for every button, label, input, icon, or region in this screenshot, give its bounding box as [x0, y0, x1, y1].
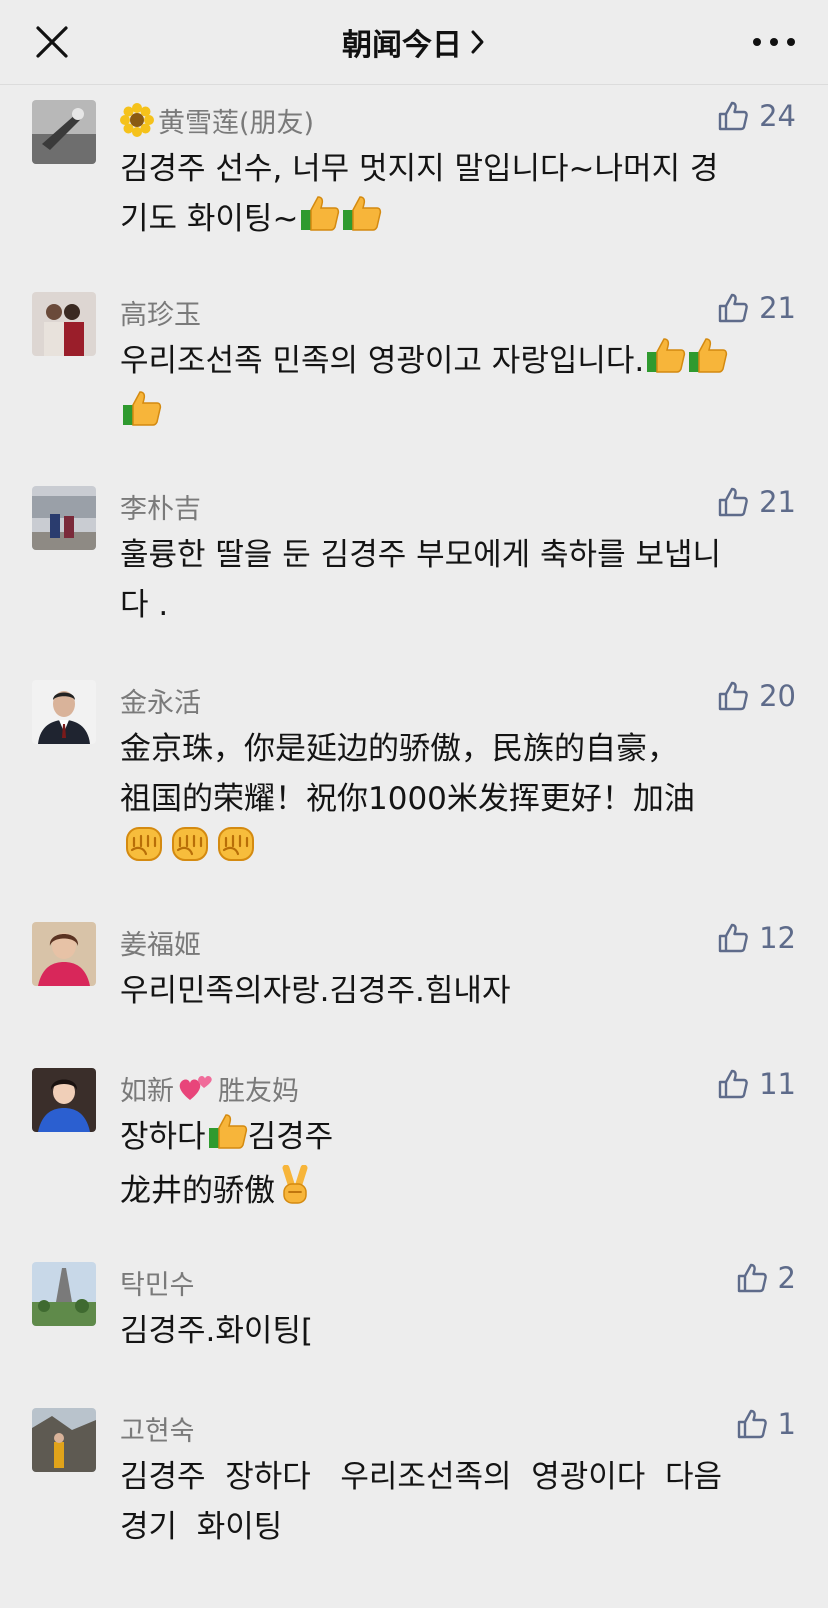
like-count: 20: [759, 679, 796, 713]
thumbs-up-outline-icon: [737, 1263, 767, 1293]
comment-line: 기도 화이팅~: [120, 194, 790, 247]
article-title-link[interactable]: 朝闻今日: [342, 20, 486, 64]
like-count: 21: [759, 485, 796, 519]
author-name: 高珍玉: [120, 299, 201, 331]
like-button[interactable]: 21: [717, 286, 796, 330]
like-count: 12: [759, 921, 796, 955]
comment-text: 우리조선족 민족의 영광이고 자랑입니다.: [120, 336, 790, 442]
thumbs-up-icon: [208, 1112, 248, 1165]
avatar[interactable]: [32, 1068, 96, 1132]
comment-line-text: 장하다: [120, 1119, 206, 1155]
avatar[interactable]: [32, 292, 96, 356]
comment-author[interactable]: 黄雪莲(朋友): [120, 100, 314, 140]
comment-text: 김경주 선수, 너무 멋지지 말입니다~나머지 경 기도 화이팅~: [120, 144, 790, 247]
avatar[interactable]: [32, 922, 96, 986]
comment-line: 龙井的骄傲: [120, 1164, 790, 1220]
comment-text: 김경주 장하다 우리조선족의 영광이다 다음 경기 화이팅: [120, 1452, 790, 1552]
more-button[interactable]: [746, 22, 802, 62]
fist-icon: [168, 824, 212, 879]
comment-text: 훌륭한 딸을 둔 김경주 부모에게 축하를 보냅니 다 .: [120, 530, 790, 630]
avatar[interactable]: [32, 486, 96, 550]
comment-line: [120, 389, 790, 442]
author-name: 姜福姬: [120, 929, 201, 961]
thumbs-up-outline-icon: [737, 1409, 767, 1439]
sunflower-icon: [120, 103, 154, 137]
comment-line: 金京珠，你是延边的骄傲，民族的自豪，: [120, 731, 678, 767]
thumbs-up-icon: [342, 194, 382, 247]
comment-line: 훌륭한 딸을 둔 김경주 부모에게 축하를 보냅니: [120, 537, 722, 573]
top-bar: 朝闻今日: [0, 0, 828, 85]
comment-text: 장하다 김경주 龙井的骄傲: [120, 1112, 790, 1220]
comment-line: [120, 824, 790, 879]
like-button[interactable]: 24: [717, 94, 796, 138]
like-button[interactable]: 2: [736, 1256, 796, 1300]
comment-line: 우리조선족 민족의 영광이고 자랑입니다.: [120, 336, 790, 389]
author-name: 黄雪莲(朋友): [158, 107, 315, 139]
comment-author[interactable]: 高珍玉: [120, 292, 201, 332]
comment-author[interactable]: 탁민수: [120, 1262, 195, 1302]
comment-author[interactable]: 金永活: [120, 680, 201, 720]
close-button[interactable]: [30, 20, 74, 64]
thumbs-up-outline-icon: [718, 101, 748, 131]
like-button[interactable]: 11: [717, 1062, 796, 1106]
author-name-part: 胜友妈: [218, 1075, 299, 1107]
comment-line: 김경주 선수, 너무 멋지지 말입니다~나머지 경: [120, 151, 719, 187]
like-count: 2: [777, 1261, 796, 1295]
victory-hand-icon: [277, 1164, 313, 1220]
avatar[interactable]: [32, 1408, 96, 1472]
two-hearts-icon: [179, 1076, 212, 1100]
avatar[interactable]: [32, 680, 96, 744]
like-count: 24: [759, 99, 796, 133]
comment-line: 祖国的荣耀！祝你1000米发挥更好！加油: [120, 781, 695, 817]
chevron-right-icon: [471, 30, 484, 54]
comment-text: 우리민족의자랑.김경주.힘내자: [120, 966, 790, 1016]
author-name: 金永活: [120, 687, 201, 719]
like-button[interactable]: 12: [717, 916, 796, 960]
close-icon: [36, 26, 68, 58]
comment-line: 김경주.화이팅[: [120, 1313, 314, 1349]
thumbs-up-icon: [688, 336, 728, 389]
comment-line: 우리민족의자랑.김경주.힘내자: [120, 973, 511, 1009]
avatar[interactable]: [32, 1262, 96, 1326]
fist-icon: [122, 824, 166, 879]
comment-line: 김경주 장하다 우리조선족의 영광이다 다음: [120, 1459, 723, 1495]
comment-line: 다 .: [120, 587, 169, 623]
thumbs-up-outline-icon: [718, 487, 748, 517]
comment-author[interactable]: 고현숙: [120, 1408, 195, 1448]
thumbs-up-icon: [122, 389, 162, 442]
author-name-part: 如新: [120, 1075, 174, 1107]
comment-line-text: 우리조선족 민족의 영광이고 자랑입니다.: [120, 343, 645, 379]
thumbs-up-outline-icon: [718, 293, 748, 323]
comment-author[interactable]: 李朴吉: [120, 486, 201, 526]
like-count: 11: [759, 1067, 796, 1101]
comment-text: 金京珠，你是延边的骄傲，民族的自豪， 祖国的荣耀！祝你1000米发挥更好！加油: [120, 724, 790, 879]
comment-line: 경기 화이팅: [120, 1509, 283, 1545]
like-count: 21: [759, 291, 796, 325]
comment-author[interactable]: 姜福姬: [120, 922, 201, 962]
like-count: 1: [777, 1407, 796, 1441]
author-name: 고현숙: [120, 1415, 195, 1447]
more-icon: [753, 38, 795, 46]
page-title: 朝闻今日: [342, 28, 462, 63]
comment-author[interactable]: 如新 胜友妈: [120, 1068, 299, 1108]
like-button[interactable]: 20: [717, 674, 796, 718]
author-name: 李朴吉: [120, 493, 201, 525]
thumbs-up-outline-icon: [718, 1069, 748, 1099]
comment-text: 김경주.화이팅[: [120, 1306, 790, 1356]
thumbs-up-icon: [646, 336, 686, 389]
thumbs-up-icon: [300, 194, 340, 247]
author-name: 탁민수: [120, 1269, 195, 1301]
avatar[interactable]: [32, 100, 96, 164]
comment-line-text: 김경주: [247, 1119, 334, 1155]
comment-line-text: 기도 화이팅~: [120, 201, 299, 237]
like-button[interactable]: 1: [736, 1402, 796, 1446]
comment-line-text: 龙井的骄傲: [120, 1173, 275, 1209]
thumbs-up-outline-icon: [718, 923, 748, 953]
like-button[interactable]: 21: [717, 480, 796, 524]
thumbs-up-outline-icon: [718, 681, 748, 711]
comment-line: 장하다 김경주: [120, 1112, 790, 1165]
fist-icon: [214, 824, 258, 879]
